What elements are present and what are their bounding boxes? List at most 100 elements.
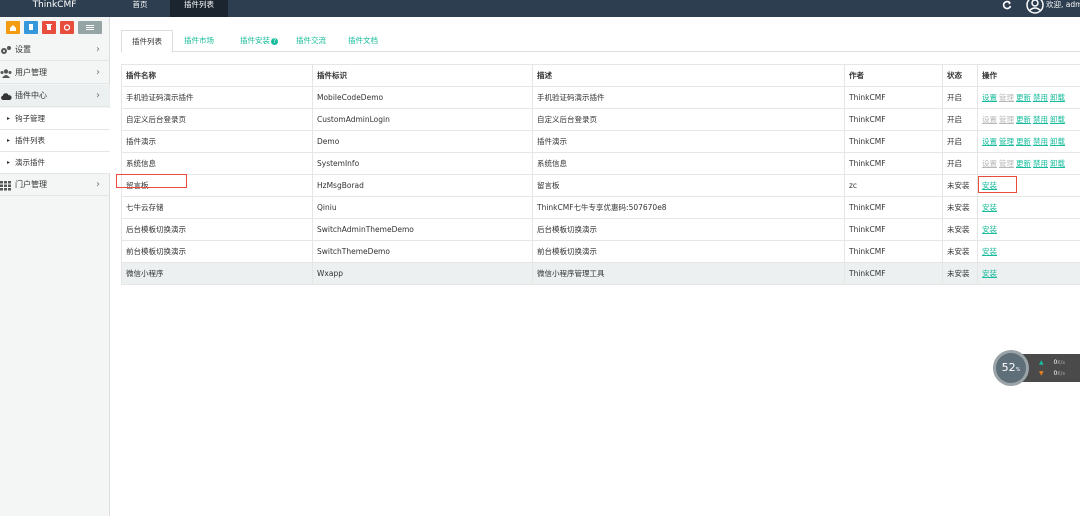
uninstall-link[interactable]: 卸载 <box>1050 159 1065 168</box>
caret-right-icon: ▸ <box>7 137 11 144</box>
plugin-author: ThinkCMF <box>844 218 943 241</box>
upload-arrow-icon: ▲ <box>1039 359 1044 366</box>
brand-logo[interactable]: ThinkCMF <box>0 0 109 17</box>
manage-link: 管理 <box>999 159 1014 168</box>
recycle-icon <box>63 24 71 31</box>
sidebar-subitem-label: 插件列表 <box>15 136 45 145</box>
table-row: 微信小程序 Wxapp 微信小程序管理工具 ThinkCMF 未安装 安装 <box>121 262 1080 285</box>
plugin-identifier: HzMsgBorad <box>312 174 533 197</box>
disable-link[interactable]: 禁用 <box>1033 159 1048 168</box>
plugin-status: 开启 <box>942 108 978 131</box>
sidebar-item-plugin-center[interactable]: 插件中心 › <box>0 85 110 107</box>
sidebar-item-portal[interactable]: 门户管理 › <box>0 174 110 196</box>
sidebar-item-label: 设置 <box>15 45 31 54</box>
tab-plugin-market[interactable]: 插件市场 <box>175 30 223 52</box>
disable-link[interactable]: 禁用 <box>1033 93 1048 102</box>
chevron-right-icon: › <box>96 67 100 78</box>
update-link[interactable]: 更新 <box>1016 115 1031 124</box>
th-icon <box>0 181 11 191</box>
cogs-icon <box>1 46 11 54</box>
tab-plugin-docs[interactable]: 插件文档 <box>339 30 387 52</box>
table-row: 自定义后台登录页 CustomAdminLogin 自定义后台登录页 Think… <box>121 108 1080 131</box>
table-header-row: 插件名称 插件标识 描述 作者 状态 操作 <box>121 64 1080 87</box>
manage-link: 管理 <box>999 115 1014 124</box>
sidebar-subitem-hooks[interactable]: ▸ 钩子管理 <box>0 108 110 130</box>
caret-right-icon: ▸ <box>7 115 11 122</box>
plugin-author: zc <box>844 174 943 197</box>
disable-link[interactable]: 禁用 <box>1033 137 1048 146</box>
shortcut-file-button[interactable] <box>24 21 38 34</box>
manage-link[interactable]: 管理 <box>999 137 1014 146</box>
tab-plugin-list[interactable]: 插件列表 <box>121 30 173 53</box>
sidebar-item-settings[interactable]: 设置 › <box>0 39 110 61</box>
question-circle-icon: ? <box>271 38 278 45</box>
plugin-status: 开启 <box>942 86 978 109</box>
plugin-name: 手机验证码演示插件 <box>121 86 313 109</box>
update-link[interactable]: 更新 <box>1016 137 1031 146</box>
chevron-right-icon: › <box>96 44 100 55</box>
plugin-status: 未安装 <box>942 240 978 263</box>
install-link[interactable]: 安装 <box>982 203 997 212</box>
uninstall-link[interactable]: 卸载 <box>1050 115 1065 124</box>
sidebar-subitem-plugin-list[interactable]: ▸ 插件列表 <box>0 130 110 152</box>
shortcut-trash-button[interactable] <box>42 21 56 34</box>
install-link[interactable]: 安装 <box>982 225 997 234</box>
plugin-actions: 设置 管理 更新 禁用 卸载 <box>977 86 1080 109</box>
nav-plugin-list[interactable]: 插件列表 <box>170 0 228 17</box>
settings-link: 设置 <box>982 159 997 168</box>
update-link[interactable]: 更新 <box>1016 159 1031 168</box>
tab-plugin-discussion[interactable]: 插件交流 <box>287 30 335 52</box>
plugin-description: 微信小程序管理工具 <box>532 262 845 285</box>
update-link[interactable]: 更新 <box>1016 93 1031 102</box>
network-speed-widget[interactable]: 52% ▲ 0K/s ▼ 0K/s <box>993 350 1080 386</box>
plugin-status: 开启 <box>942 130 978 153</box>
shortcut-list-button[interactable] <box>78 21 102 34</box>
plugin-actions: 设置 管理 更新 禁用 卸载 <box>977 108 1080 131</box>
plugin-description: 自定义后台登录页 <box>532 108 845 131</box>
uninstall-link[interactable]: 卸载 <box>1050 137 1065 146</box>
table-row: 系统信息 SystemInfo 系统信息 ThinkCMF 开启 设置 管理 更新禁… <box>121 152 1080 175</box>
plugin-actions: 安装 <box>977 262 1080 285</box>
settings-link[interactable]: 设置 <box>982 93 997 102</box>
usage-percent: 52 <box>1001 361 1016 374</box>
tab-label: 插件安装 <box>240 36 270 45</box>
download-arrow-icon: ▼ <box>1039 370 1044 377</box>
plugin-description: 前台模板切换演示 <box>532 240 845 263</box>
install-link[interactable]: 安装 <box>982 269 997 278</box>
cloud-icon <box>1 93 12 100</box>
annotation-box-plugin-name <box>116 174 187 188</box>
settings-link[interactable]: 设置 <box>982 137 997 146</box>
tab-plugin-install[interactable]: 插件安装? <box>229 30 289 52</box>
column-header: 插件标识 <box>312 64 533 87</box>
refresh-icon[interactable] <box>1002 0 1012 10</box>
users-icon <box>0 69 12 78</box>
column-header: 状态 <box>942 64 978 87</box>
upload-unit: K/s <box>1057 360 1065 366</box>
table-row: 后台模板切换演示 SwitchAdminThemeDemo 后台模板切换演示 T… <box>121 218 1080 241</box>
nav-home[interactable]: 首页 <box>110 0 170 17</box>
sidebar-item-users[interactable]: 用户管理 › <box>0 62 110 84</box>
download-unit: K/s <box>1057 371 1065 377</box>
welcome-user[interactable]: 欢迎, adm <box>1046 0 1080 9</box>
trash-icon <box>46 24 52 30</box>
plugin-author: ThinkCMF <box>844 86 943 109</box>
plugin-identifier: SystemInfo <box>312 152 533 175</box>
sidebar-subitem-label: 演示插件 <box>15 158 45 167</box>
uninstall-link[interactable]: 卸载 <box>1050 93 1065 102</box>
plugin-identifier: CustomAdminLogin <box>312 108 533 131</box>
sidebar-subitem-label: 钩子管理 <box>15 114 45 123</box>
install-link[interactable]: 安装 <box>982 247 997 256</box>
shortcut-home-button[interactable] <box>6 21 20 34</box>
plugin-actions: 安装 <box>977 196 1080 219</box>
plugin-description: ThinkCMF七牛专享优惠码:507670e8 <box>532 196 845 219</box>
plugin-status: 开启 <box>942 152 978 175</box>
chevron-right-icon: › <box>96 179 100 190</box>
disable-link[interactable]: 禁用 <box>1033 115 1048 124</box>
plugin-author: ThinkCMF <box>844 240 943 263</box>
user-avatar-icon[interactable] <box>1026 0 1044 14</box>
column-header: 操作 <box>977 64 1080 87</box>
plugin-author: ThinkCMF <box>844 108 943 131</box>
sidebar-subitem-demo-plugin[interactable]: ▸ 演示插件 <box>0 152 110 174</box>
shortcut-recycle-button[interactable] <box>60 21 74 34</box>
column-header: 作者 <box>844 64 943 87</box>
